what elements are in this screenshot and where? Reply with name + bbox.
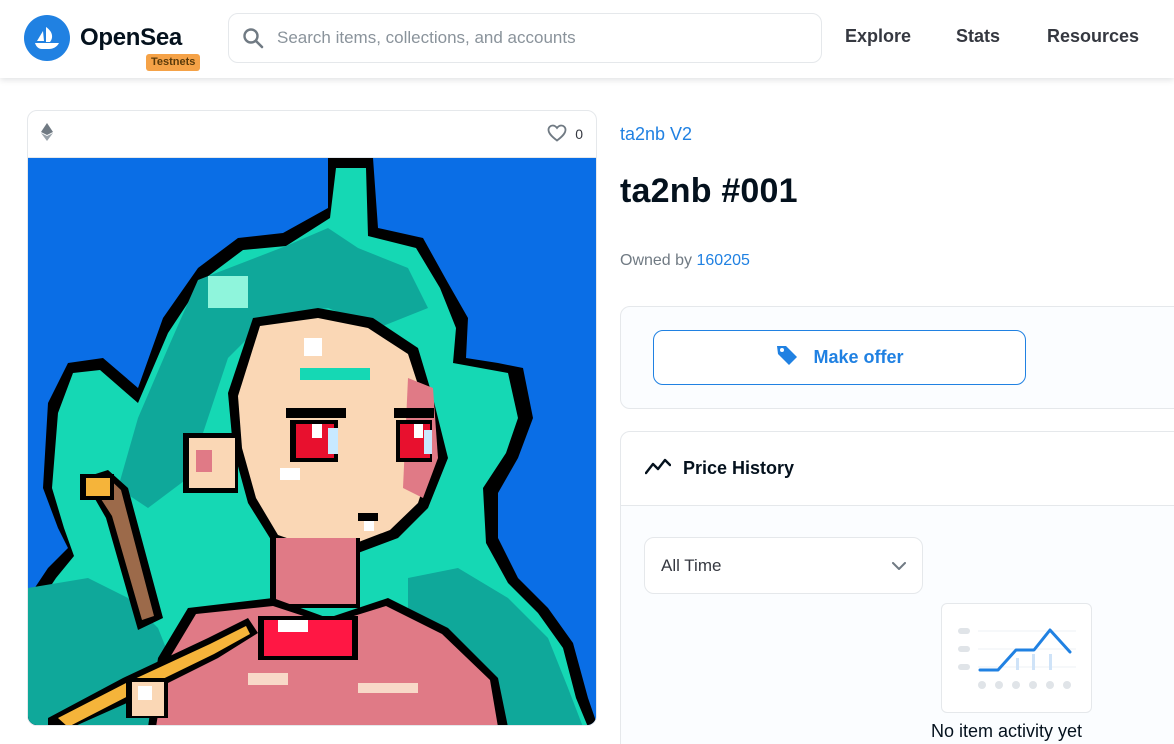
ethereum-icon xyxy=(41,122,53,146)
chevron-down-icon xyxy=(892,556,906,576)
price-history-header[interactable]: Price History xyxy=(621,432,1174,506)
testnets-badge: Testnets xyxy=(146,54,201,71)
trade-panel: Make offer xyxy=(620,306,1174,409)
search-bar[interactable] xyxy=(228,13,822,63)
price-history-panel: Price History All Time No item activity … xyxy=(620,431,1174,744)
make-offer-label: Make offer xyxy=(813,347,904,367)
nav-resources[interactable]: Resources xyxy=(1047,26,1139,47)
nft-image[interactable] xyxy=(28,158,596,725)
item-card-header: 0 xyxy=(28,111,596,158)
pixel-art-illustration xyxy=(28,158,596,725)
favorite-button[interactable]: 0 xyxy=(547,124,583,145)
search-icon xyxy=(241,26,265,50)
brand-name: OpenSea xyxy=(80,24,182,51)
heart-outline-icon xyxy=(547,124,567,145)
price-tag-icon xyxy=(775,343,799,372)
trend-line-icon xyxy=(644,457,672,480)
time-range-select[interactable]: All Time xyxy=(644,537,923,594)
collection-link[interactable]: ta2nb V2 xyxy=(620,124,692,145)
item-title: ta2nb #001 xyxy=(620,172,798,210)
empty-chart-illustration xyxy=(941,603,1092,713)
favorites-count: 0 xyxy=(575,126,583,142)
nav-explore[interactable]: Explore xyxy=(845,26,911,47)
price-history-title: Price History xyxy=(683,458,795,478)
item-media-card: 0 xyxy=(27,110,597,726)
owner-link[interactable]: 160205 xyxy=(697,252,750,269)
owner-line: Owned by 160205 xyxy=(620,252,750,270)
opensea-logo-icon xyxy=(24,15,70,61)
top-navbar: OpenSea Testnets Explore Stats Resources xyxy=(0,0,1174,78)
price-history-body: All Time No item activity yet xyxy=(621,506,1174,744)
make-offer-button[interactable]: Make offer xyxy=(653,330,1026,385)
no-activity-message: No item activity yet xyxy=(931,721,1083,741)
time-range-value: All Time xyxy=(661,555,722,575)
nav-stats[interactable]: Stats xyxy=(956,26,1000,47)
owned-by-label: Owned by xyxy=(620,252,693,269)
search-input[interactable] xyxy=(277,28,797,48)
